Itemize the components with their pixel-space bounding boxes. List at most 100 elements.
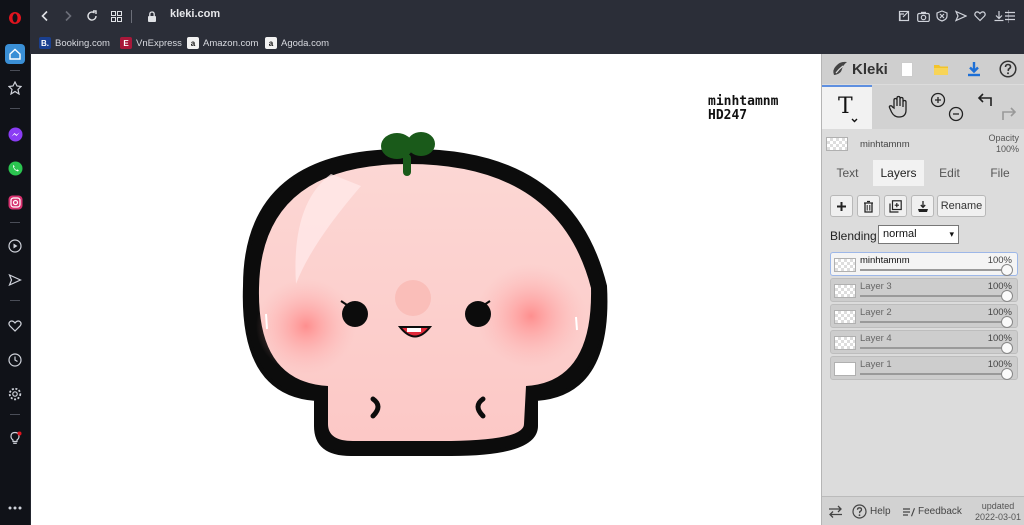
download-icon[interactable] [963,58,985,80]
blending-value: normal [883,228,917,240]
amazon-favicon-icon: a [187,37,199,49]
add-layer-button[interactable] [830,195,853,217]
history-icon[interactable] [5,350,25,370]
layer-name: Layer 3 [860,281,892,292]
current-layer-info: minhtamnm Opacity 100% [822,130,1024,158]
new-image-icon[interactable] [896,58,918,80]
signature-line-1: minhtamnm [708,94,779,109]
drawing-canvas[interactable]: minhtamnm HD247 [31,54,821,525]
undo-redo-controls [972,85,1022,129]
blending-select[interactable]: normal ▾ [878,225,959,244]
tab-file[interactable]: File [975,160,1024,186]
help-button[interactable]: Help [852,497,891,525]
updated-info: updated 2022-03-01 [972,501,1024,523]
zoom-icons[interactable] [928,90,966,124]
layer-opacity-track [860,321,1007,323]
player-icon[interactable] [5,236,25,256]
current-layer-name: minhtamnm [860,139,910,150]
tab-edit[interactable]: Edit [924,160,975,186]
layer-name: Layer 1 [860,359,892,370]
whatsapp-icon[interactable] [5,158,25,178]
rename-layer-button[interactable]: Rename [937,195,986,217]
current-layer-thumbnail [826,137,848,151]
lock-icon[interactable] [142,6,162,26]
layer-name: Layer 2 [860,307,892,318]
layer-opacity-track [860,373,1007,375]
duplicate-layer-button[interactable] [884,195,907,217]
delete-layer-button[interactable] [857,195,880,217]
layer-item-layer-2[interactable]: Layer 2 100% [830,304,1018,328]
feedback-button[interactable]: Feedback [902,497,962,525]
tab-layers[interactable]: Layers [873,160,924,186]
messenger-icon[interactable] [5,124,25,144]
opacity-label: Opacity [988,133,1019,143]
drawing-artwork [242,132,608,456]
snap-icon[interactable] [894,6,914,26]
forward-icon[interactable] [58,6,78,26]
undo-redo-icons[interactable] [977,90,1017,124]
bookmark-label: Agoda.com [281,37,330,49]
layer-opacity-track [860,269,1007,271]
tips-icon[interactable] [5,428,25,448]
layer-opacity-slider[interactable] [1001,290,1013,302]
flow-send-icon[interactable] [951,6,971,26]
duplicate-icon [889,199,902,213]
back-icon[interactable] [35,6,55,26]
layer-thumbnail [834,284,856,298]
address-bar[interactable]: kleki.com [170,8,220,20]
plus-icon [837,201,846,211]
camera-icon[interactable] [913,6,933,26]
layer-opacity-slider[interactable] [1001,342,1013,354]
text-tool[interactable]: T [822,85,872,129]
merge-down-icon [917,200,928,212]
feedback-label: Feedback [918,506,962,517]
signature-line-2: HD247 [708,108,748,123]
speed-dial-icon[interactable] [106,6,126,26]
bookmark-vnexpress[interactable]: E VnExpress [120,35,182,51]
bookmark-label: VnExpress [136,37,182,49]
swap-side-button[interactable] [828,497,843,525]
favorite-heart-icon[interactable] [970,6,990,26]
bookmark-label: Booking.com [55,37,110,49]
help-label: Help [870,506,891,517]
bookmark-amazon[interactable]: a Amazon.com [187,35,258,51]
layer-item-layer-3[interactable]: Layer 3 100% [830,278,1018,302]
send-icon[interactable] [5,270,25,290]
toolbar-divider [131,10,132,23]
swap-arrows-icon [829,505,842,518]
bookmark-booking[interactable]: B. Booking.com [39,35,110,51]
layer-opacity-track [860,347,1007,349]
layer-opacity-slider[interactable] [1001,368,1013,380]
layer-opacity-slider[interactable] [1001,316,1013,328]
layer-item-layer-4[interactable]: Layer 4 100% [830,330,1018,354]
opera-menu-icon[interactable] [5,8,25,28]
instagram-icon[interactable] [5,192,25,212]
text-tool-icon: T [838,94,858,123]
vnexpress-favicon-icon: E [120,37,132,49]
layer-item-layer-1[interactable]: Layer 1 100% [830,356,1018,380]
layer-item-minhtamnm[interactable]: minhtamnm 100% [830,252,1018,276]
heart-icon[interactable] [5,316,25,336]
pinboard-icon[interactable] [5,78,25,98]
merge-layer-button[interactable] [911,195,934,217]
adblock-icon[interactable] [932,6,952,26]
help-circle-icon [852,504,867,519]
updated-label: updated [981,501,1015,511]
more-icon[interactable] [5,498,25,518]
settings-icon[interactable] [5,384,25,404]
bookmark-agoda[interactable]: a Agoda.com [265,35,329,51]
hand-tool[interactable] [875,85,923,129]
tab-text[interactable]: Text [822,160,873,186]
kleki-logo[interactable]: Kleki [831,60,888,78]
opacity-value: 100% [995,144,1019,154]
trash-icon [864,200,873,213]
zoom-controls [925,85,969,129]
help-question-icon[interactable] [997,58,1019,80]
layer-opacity-slider[interactable] [1001,264,1013,276]
kleki-logo-icon [833,61,847,75]
easy-setup-icon[interactable] [1000,6,1020,26]
kleki-panel: Kleki T minhtamnm Opacity 100% Text Laye… [821,54,1024,525]
reload-icon[interactable] [82,6,102,26]
open-folder-icon[interactable] [930,58,952,80]
home-icon[interactable] [5,44,25,64]
